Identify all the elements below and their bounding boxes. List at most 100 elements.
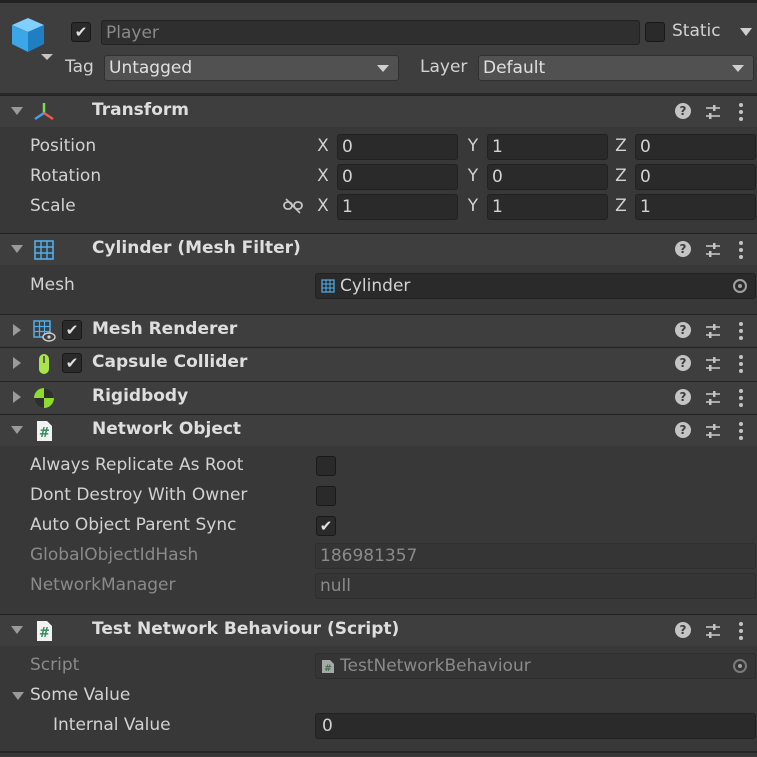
- position-y-field[interactable]: 1: [487, 134, 608, 160]
- foldout-collapsed-icon[interactable]: [13, 324, 21, 336]
- axis-y-label: Y: [467, 136, 479, 156]
- foldout-expanded-icon[interactable]: [11, 426, 23, 434]
- auto-parent-checkbox[interactable]: ✔: [316, 516, 336, 536]
- help-icon[interactable]: ?: [675, 103, 691, 119]
- foldout-expanded-icon[interactable]: [11, 245, 23, 253]
- axis-x-label: X: [317, 196, 329, 216]
- mesh-label: Mesh: [30, 275, 75, 295]
- mesh-grid-icon: [321, 279, 335, 293]
- capsule-icon: [39, 354, 49, 374]
- layer-value: Default: [483, 58, 546, 78]
- help-icon[interactable]: ?: [675, 622, 691, 638]
- position-label: Position: [30, 136, 97, 156]
- transform-axes-icon: [34, 103, 54, 121]
- global-object-id-hash-label: GlobalObjectIdHash: [30, 545, 199, 565]
- kebab-menu-icon[interactable]: [738, 240, 744, 260]
- presets-sliders-icon[interactable]: [704, 622, 722, 640]
- capsule-collider-header[interactable]: ✔ Capsule Collider ?: [0, 347, 757, 381]
- script-label: Script: [30, 655, 80, 675]
- transform-title: Transform: [92, 100, 189, 120]
- mesh-renderer-enabled-checkbox[interactable]: ✔: [62, 320, 82, 340]
- always-replicate-checkbox[interactable]: [316, 456, 336, 476]
- mesh-object-field[interactable]: Cylinder: [315, 273, 756, 299]
- mesh-renderer-title: Mesh Renderer: [92, 319, 238, 339]
- help-icon[interactable]: ?: [675, 322, 691, 338]
- tag-label: Tag: [65, 57, 94, 77]
- kebab-menu-icon[interactable]: [738, 421, 744, 441]
- foldout-collapsed-icon[interactable]: [13, 357, 21, 369]
- presets-sliders-icon[interactable]: [704, 355, 722, 373]
- static-dropdown-arrow-icon[interactable]: [739, 27, 753, 37]
- dont-destroy-checkbox[interactable]: [316, 486, 336, 506]
- tag-dropdown[interactable]: Untagged: [104, 55, 399, 81]
- network-object-header[interactable]: # Network Object ?: [0, 414, 757, 446]
- network-manager-field: null: [315, 573, 756, 599]
- help-icon[interactable]: ?: [675, 355, 691, 371]
- axis-x-label: X: [317, 136, 329, 156]
- help-icon[interactable]: ?: [675, 422, 691, 438]
- internal-value-field[interactable]: 0: [315, 713, 756, 739]
- some-value-foldout-icon[interactable]: [11, 690, 25, 702]
- position-z-field[interactable]: 0: [635, 134, 756, 160]
- test-behaviour-header[interactable]: # Test Network Behaviour (Script) ?: [0, 614, 757, 646]
- presets-sliders-icon[interactable]: [704, 103, 722, 121]
- kebab-menu-icon[interactable]: [738, 321, 744, 341]
- mesh-renderer-header[interactable]: ✔ Mesh Renderer ?: [0, 314, 757, 346]
- kebab-menu-icon[interactable]: [738, 388, 744, 408]
- presets-sliders-icon[interactable]: [704, 389, 722, 407]
- object-picker-icon[interactable]: [733, 279, 747, 293]
- svg-text:#: #: [39, 426, 50, 441]
- presets-sliders-icon[interactable]: [704, 241, 722, 259]
- rotation-y-field[interactable]: 0: [487, 164, 608, 190]
- rigidbody-title: Rigidbody: [92, 386, 189, 406]
- presets-sliders-icon[interactable]: [704, 422, 722, 440]
- auto-parent-label: Auto Object Parent Sync: [30, 515, 237, 535]
- scale-z-field[interactable]: 1: [635, 194, 756, 220]
- cube-icon[interactable]: [8, 14, 56, 62]
- mesh-grid-icon: [34, 240, 54, 260]
- axis-z-label: Z: [615, 136, 627, 156]
- help-icon[interactable]: ?: [675, 389, 691, 405]
- gameobject-name-field[interactable]: Player: [101, 20, 640, 45]
- tag-value: Untagged: [109, 58, 193, 78]
- mesh-filter-header[interactable]: Cylinder (Mesh Filter) ?: [0, 233, 757, 265]
- static-label: Static: [672, 21, 721, 41]
- rotation-label: Rotation: [30, 166, 102, 186]
- axis-y-label: Y: [467, 166, 479, 186]
- chevron-down-icon: [377, 65, 389, 72]
- capsule-collider-enabled-checkbox[interactable]: ✔: [62, 353, 82, 373]
- position-x-field[interactable]: 0: [337, 134, 458, 160]
- mesh-value: Cylinder: [340, 276, 411, 296]
- test-behaviour-title: Test Network Behaviour (Script): [92, 619, 400, 639]
- network-object-title: Network Object: [92, 419, 242, 439]
- scale-label: Scale: [30, 196, 76, 216]
- checkmark-icon: ✔: [74, 22, 88, 41]
- static-checkbox[interactable]: [645, 22, 665, 42]
- rigidbody-header[interactable]: Rigidbody ?: [0, 381, 757, 414]
- help-icon[interactable]: ?: [675, 241, 691, 257]
- script-object-field: # TestNetworkBehaviour: [315, 653, 756, 679]
- kebab-menu-icon[interactable]: [738, 621, 744, 641]
- rotation-x-field[interactable]: 0: [337, 164, 458, 190]
- rigidbody-icon: [34, 388, 54, 408]
- object-picker-icon: [733, 659, 747, 673]
- dont-destroy-label: Dont Destroy With Owner: [30, 485, 248, 505]
- scale-x-field[interactable]: 1: [337, 194, 458, 220]
- some-value-label[interactable]: Some Value: [30, 685, 130, 705]
- layer-dropdown[interactable]: Default: [478, 55, 754, 81]
- active-checkbox[interactable]: ✔: [71, 22, 91, 42]
- foldout-expanded-icon[interactable]: [11, 626, 23, 634]
- transform-header[interactable]: Transform ?: [0, 95, 757, 127]
- script-hash-icon: #: [37, 621, 52, 641]
- script-hash-icon: #: [37, 421, 52, 441]
- kebab-menu-icon[interactable]: [738, 102, 744, 122]
- unlinked-chain-icon[interactable]: [283, 198, 303, 214]
- presets-sliders-icon[interactable]: [704, 322, 722, 340]
- scale-y-field[interactable]: 1: [487, 194, 608, 220]
- kebab-menu-icon[interactable]: [738, 354, 744, 374]
- chevron-down-icon: [732, 65, 744, 72]
- foldout-expanded-icon[interactable]: [11, 107, 23, 115]
- svg-text:#: #: [39, 626, 50, 641]
- foldout-collapsed-icon[interactable]: [13, 391, 21, 403]
- rotation-z-field[interactable]: 0: [635, 164, 756, 190]
